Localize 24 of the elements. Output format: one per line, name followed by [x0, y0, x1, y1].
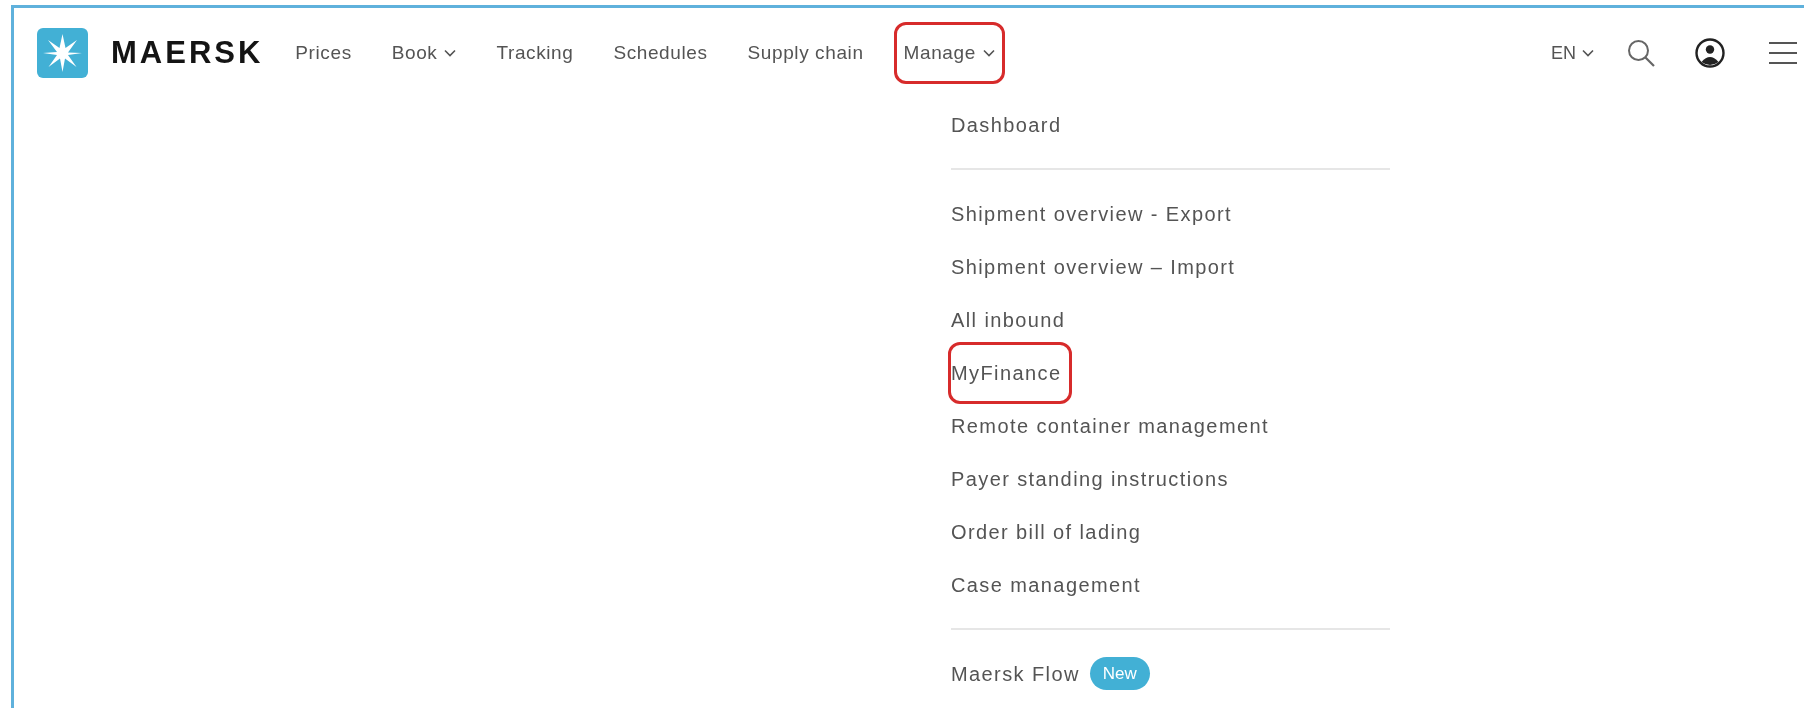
- nav-link[interactable]: Tracking: [486, 22, 584, 84]
- nav-link[interactable]: Schedules: [603, 22, 718, 84]
- nav-link[interactable]: Book: [381, 22, 467, 84]
- brand-name[interactable]: MAERSK: [111, 29, 264, 77]
- menu-icon[interactable]: [1768, 41, 1798, 65]
- star-logo-icon[interactable]: [37, 28, 88, 78]
- nav-link[interactable]: Manage: [893, 22, 1005, 84]
- menu-item[interactable]: Payer standing instructions: [948, 463, 1229, 494]
- user-icon[interactable]: [1694, 37, 1726, 69]
- menu-item[interactable]: Maersk Flow: [948, 658, 1080, 689]
- menu-item[interactable]: Dashboard: [948, 109, 1062, 140]
- menu-item[interactable]: Case management: [948, 569, 1141, 600]
- menu-item[interactable]: Shipment overview - Export: [948, 198, 1232, 229]
- nav-link[interactable]: Prices: [285, 22, 362, 84]
- menu-item[interactable]: MyFinance: [948, 341, 1073, 404]
- caret-icon: [1582, 49, 1594, 57]
- nav-link[interactable]: Supply chain: [737, 22, 874, 84]
- search-icon[interactable]: [1626, 38, 1656, 68]
- menu-item[interactable]: Order bill of lading: [948, 516, 1142, 547]
- menu-item[interactable]: Shipment overview – Import: [948, 251, 1236, 282]
- language-selector[interactable]: EN: [1551, 39, 1594, 67]
- menu-item[interactable]: All inbound: [948, 304, 1066, 335]
- menu-item[interactable]: Remote container management: [948, 410, 1269, 441]
- new-badge: New: [1089, 656, 1150, 691]
